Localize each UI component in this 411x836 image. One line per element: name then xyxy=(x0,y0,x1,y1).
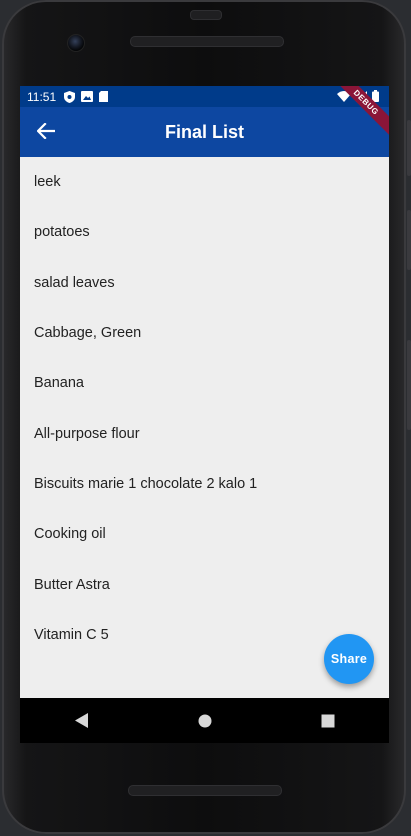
app-screen: 11:51 Final List DEBUG leek potatoes sal… xyxy=(20,86,389,698)
list-item[interactable]: leek xyxy=(20,157,389,207)
list-item[interactable]: Cooking oil xyxy=(20,509,389,559)
share-button[interactable]: Share xyxy=(324,634,374,684)
list-item[interactable]: Cabbage, Green xyxy=(20,308,389,358)
front-camera xyxy=(67,34,85,52)
volume-button xyxy=(407,210,411,270)
status-time: 11:51 xyxy=(27,89,57,104)
earpiece-speaker xyxy=(130,36,284,47)
square-recents-icon xyxy=(321,714,334,727)
list-item[interactable]: Butter Astra xyxy=(20,559,389,609)
navigation-bar xyxy=(20,698,389,743)
list-item[interactable]: Biscuits marie 1 chocolate 2 kalo 1 xyxy=(20,459,389,509)
volume-rocker xyxy=(407,340,411,430)
bottom-speaker xyxy=(128,785,282,796)
power-button xyxy=(407,120,411,176)
image-icon xyxy=(81,91,94,102)
nav-home-button[interactable] xyxy=(185,706,225,736)
arrow-left-icon xyxy=(37,123,55,139)
list-item[interactable]: salad leaves xyxy=(20,258,389,308)
nav-recents-button[interactable] xyxy=(308,706,348,736)
shield-icon xyxy=(64,90,76,103)
top-notch xyxy=(190,10,222,20)
status-bar: 11:51 xyxy=(20,86,389,107)
list-item[interactable]: All-purpose flour xyxy=(20,408,389,458)
circle-home-icon xyxy=(198,714,211,727)
app-bar: Final List xyxy=(20,107,389,157)
item-list: leek potatoes salad leaves Cabbage, Gree… xyxy=(20,157,389,660)
nav-back-button[interactable] xyxy=(62,706,102,736)
back-button[interactable] xyxy=(34,119,58,143)
sd-card-icon xyxy=(99,91,109,102)
list-item[interactable]: Banana xyxy=(20,358,389,408)
page-title: Final List xyxy=(164,121,244,142)
triangle-back-icon xyxy=(74,713,88,728)
list-item[interactable]: potatoes xyxy=(20,207,389,257)
